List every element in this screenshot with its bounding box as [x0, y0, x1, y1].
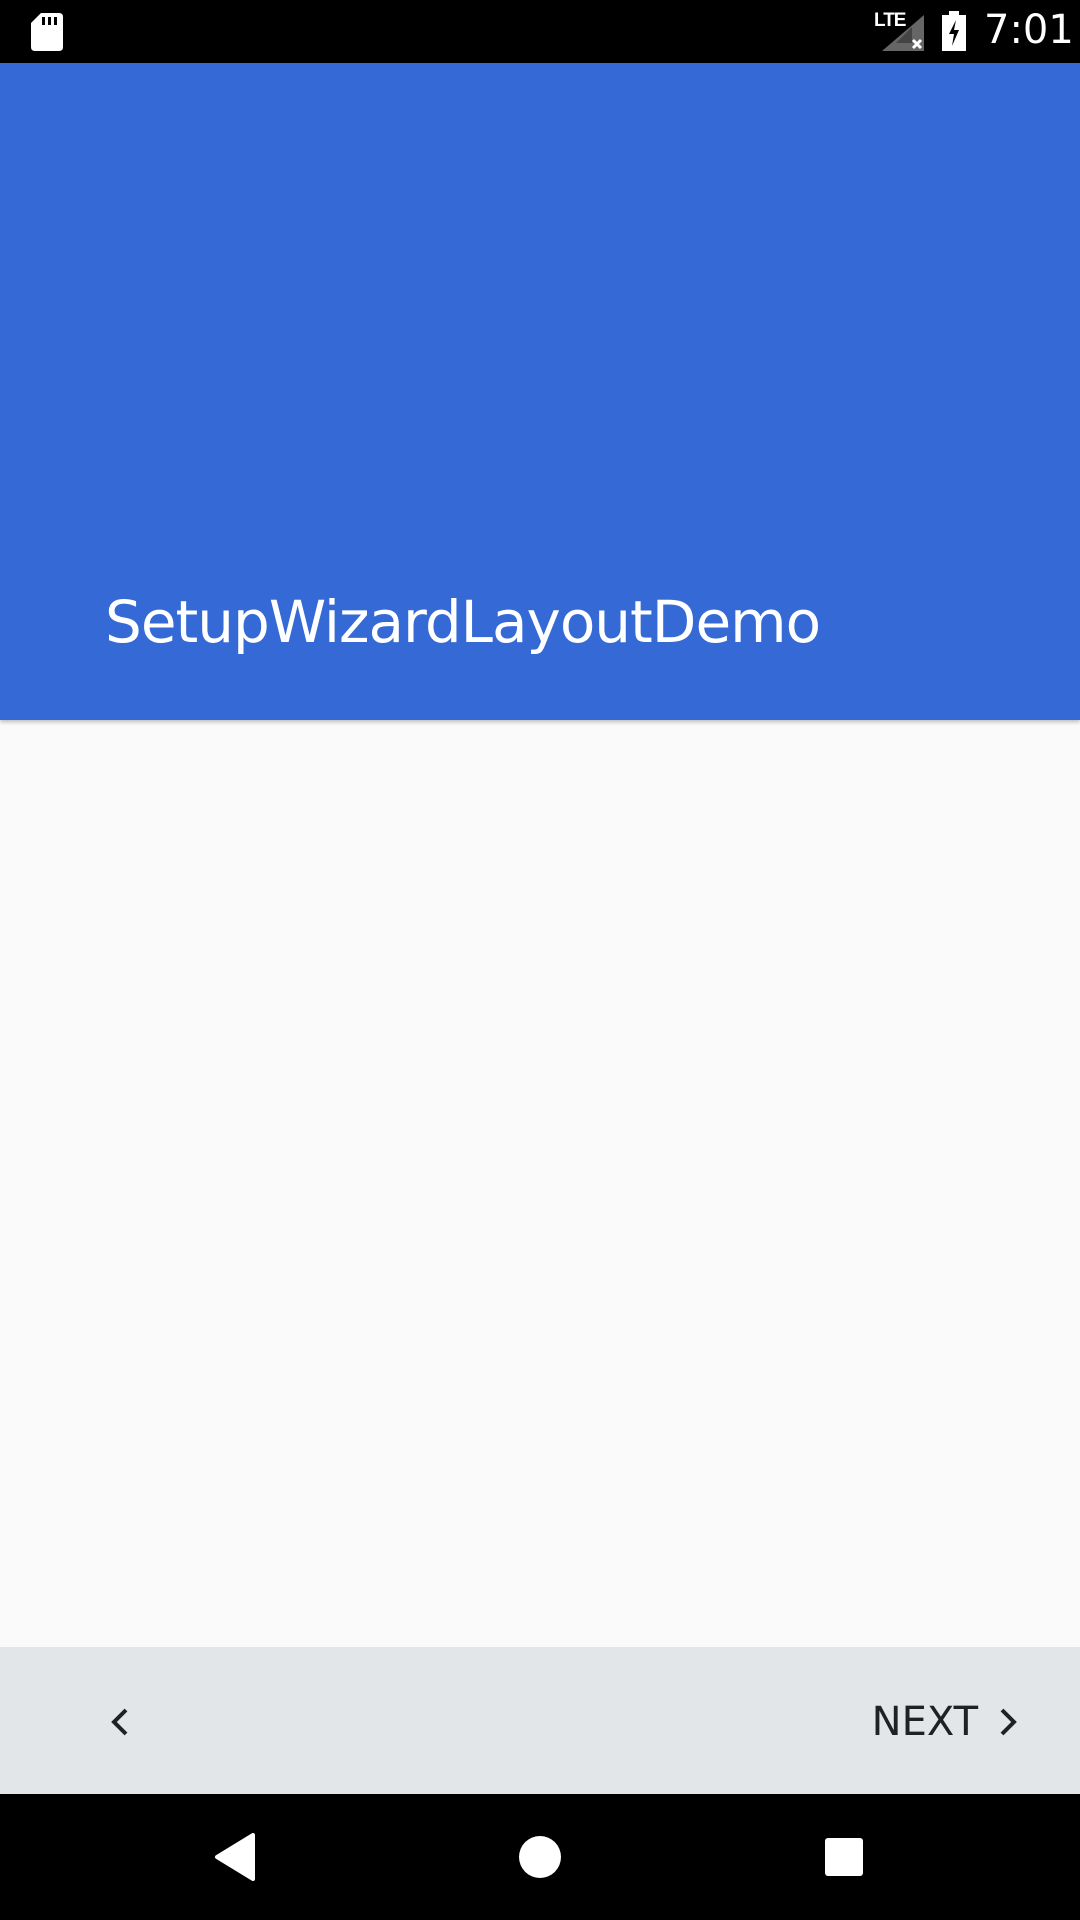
wizard-navigation-bar: NEXT	[0, 1647, 1080, 1794]
chevron-left-icon	[111, 1708, 128, 1736]
system-back-button[interactable]	[197, 1819, 273, 1895]
battery-charging-icon	[942, 11, 966, 51]
next-button-label: NEXT	[871, 1699, 978, 1745]
home-circle-icon	[519, 1836, 561, 1878]
next-button[interactable]: NEXT	[872, 1677, 1020, 1767]
back-triangle-icon	[215, 1833, 255, 1881]
signal-icon	[882, 15, 924, 51]
content-area	[0, 720, 1080, 1647]
system-navigation-bar	[0, 1794, 1080, 1920]
recents-square-icon	[825, 1838, 863, 1876]
header: SetupWizardLayoutDemo	[0, 63, 1080, 720]
page-title: SetupWizardLayoutDemo	[105, 588, 821, 656]
back-button[interactable]	[90, 1677, 150, 1767]
clock: 7:01	[984, 7, 1074, 53]
screen: LTE 7:01 SetupWizardLayoutDemo NEXT	[0, 0, 1080, 1920]
status-bar: LTE 7:01	[0, 0, 1080, 63]
system-home-button[interactable]	[502, 1819, 578, 1895]
system-recents-button[interactable]	[806, 1819, 882, 1895]
sd-card-icon	[31, 13, 63, 51]
chevron-right-icon	[1000, 1708, 1017, 1736]
